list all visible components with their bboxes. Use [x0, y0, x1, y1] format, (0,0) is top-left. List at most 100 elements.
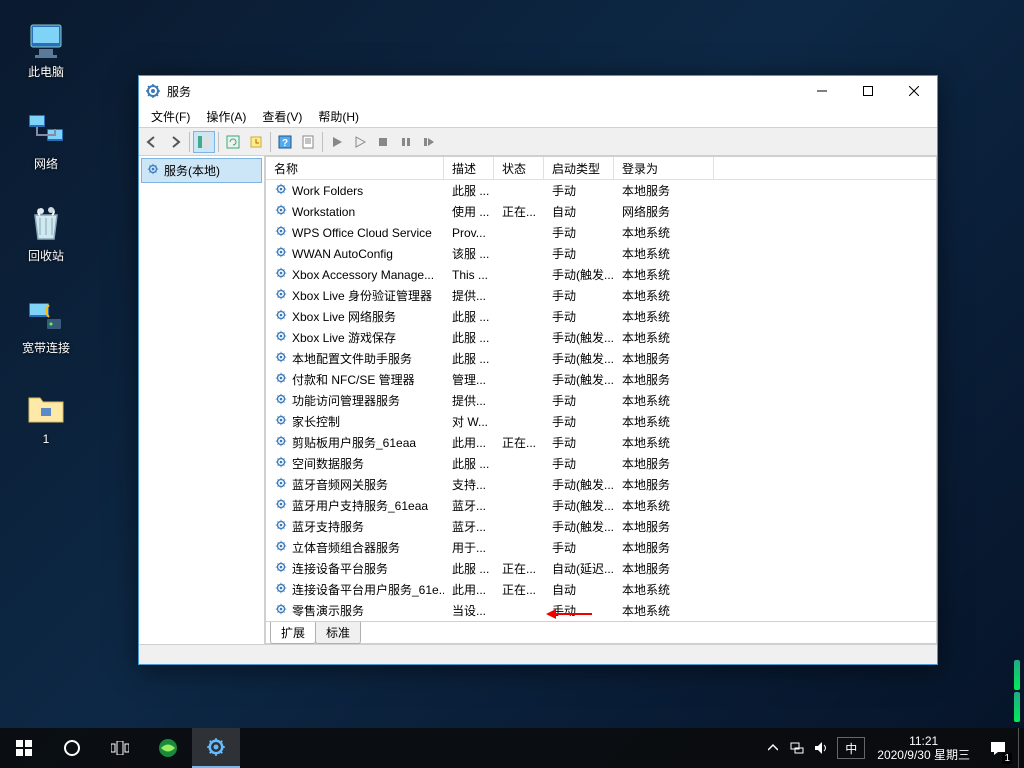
show-desktop-button[interactable] — [1018, 728, 1024, 768]
start-menu-button[interactable] — [0, 728, 48, 768]
service-row[interactable]: 空间数据服务此服 ...手动本地服务 — [266, 453, 936, 474]
gear-icon — [274, 392, 288, 409]
service-name: 蓝牙音频网关服务 — [292, 476, 388, 493]
col-logon[interactable]: 登录为 — [614, 157, 714, 180]
desktop-icon-pc[interactable]: 此电脑 — [8, 8, 84, 90]
service-row[interactable]: 剪贴板用户服务_61eaa此用...正在...手动本地系统 — [266, 432, 936, 453]
tree-root-services[interactable]: 服务(本地) — [141, 158, 262, 183]
menu-action[interactable]: 操作(A) — [198, 106, 254, 127]
properties-button[interactable] — [297, 131, 319, 153]
desktop-icon-network[interactable]: 网络 — [8, 100, 84, 182]
col-start[interactable]: 启动类型 — [544, 157, 614, 180]
service-row[interactable]: 付款和 NFC/SE 管理器管理...手动(触发...本地服务 — [266, 369, 936, 390]
desktop-icon-broadband[interactable]: 宽带连接 — [8, 284, 84, 366]
tray-network-icon[interactable] — [785, 728, 809, 768]
minimize-button[interactable] — [799, 76, 845, 106]
gear-icon — [274, 371, 288, 388]
service-row[interactable]: 功能访问管理器服务提供...手动本地系统 — [266, 390, 936, 411]
label: 此电脑 — [28, 63, 64, 80]
service-name: Xbox Live 网络服务 — [292, 308, 396, 325]
maximize-button[interactable] — [845, 76, 891, 106]
service-row[interactable]: WWAN AutoConfig该服 ...手动本地系统 — [266, 243, 936, 264]
show-tree-button[interactable] — [193, 131, 215, 153]
tray-volume-icon[interactable] — [809, 728, 833, 768]
service-state — [494, 547, 544, 549]
service-state — [494, 316, 544, 318]
service-desc: Prov... — [444, 225, 494, 241]
start-button[interactable] — [326, 131, 348, 153]
service-start-type: 手动 — [544, 181, 614, 200]
col-desc[interactable]: 描述 — [444, 157, 494, 180]
cortana-button[interactable] — [48, 728, 96, 768]
tab-standard[interactable]: 标准 — [315, 622, 361, 644]
task-view-button[interactable] — [96, 728, 144, 768]
service-row[interactable]: Workstation使用 ...正在...自动网络服务 — [266, 201, 936, 222]
ime-button[interactable]: 中 — [837, 737, 865, 759]
tree-pane: 服务(本地) — [139, 156, 265, 644]
service-row[interactable]: 家长控制对 W...手动本地系统 — [266, 411, 936, 432]
service-row[interactable]: 零售演示服务当设...手动本地系统 — [266, 600, 936, 621]
help-button[interactable]: ? — [274, 131, 296, 153]
service-row[interactable]: 立体音频组合器服务用于...手动本地服务 — [266, 537, 936, 558]
service-name: 剪贴板用户服务_61eaa — [292, 434, 416, 451]
list-header: 名称 描述 状态 启动类型 登录为 — [266, 157, 936, 180]
service-start-type: 手动(触发... — [544, 370, 614, 389]
service-desc: 提供... — [444, 391, 494, 410]
service-row[interactable]: 蓝牙音频网关服务支持...手动(触发...本地服务 — [266, 474, 936, 495]
gear-icon — [274, 455, 288, 472]
pc-icon — [25, 19, 67, 61]
titlebar[interactable]: 服务 — [139, 76, 937, 106]
service-desc: 此服 ... — [444, 181, 494, 200]
notifications-button[interactable]: 1 — [978, 728, 1018, 768]
taskbar-app-services[interactable] — [192, 728, 240, 768]
service-logon: 本地系统 — [614, 328, 714, 347]
tab-extended[interactable]: 扩展 — [270, 622, 316, 644]
service-desc: 蓝牙... — [444, 496, 494, 515]
service-row[interactable]: 连接设备平台用户服务_61e...此用...正在...自动本地系统 — [266, 579, 936, 600]
service-row[interactable]: 本地配置文件助手服务此服 ...手动(触发...本地服务 — [266, 348, 936, 369]
clock-date: 2020/9/30 星期三 — [877, 748, 970, 762]
menu-help[interactable]: 帮助(H) — [310, 106, 367, 127]
menu-view[interactable]: 查看(V) — [254, 106, 310, 127]
back-button[interactable] — [141, 131, 163, 153]
pause-once-button[interactable] — [349, 131, 371, 153]
col-state[interactable]: 状态 — [494, 157, 544, 180]
service-logon: 本地系统 — [614, 412, 714, 431]
service-row[interactable]: Xbox Live 身份验证管理器提供...手动本地系统 — [266, 285, 936, 306]
desktop-icon-recycle-bin[interactable]: 回收站 — [8, 192, 84, 274]
service-row[interactable]: WPS Office Cloud ServiceProv...手动本地系统 — [266, 222, 936, 243]
service-row[interactable]: Xbox Live 游戏保存此服 ...手动(触发...本地系统 — [266, 327, 936, 348]
restart-button[interactable] — [418, 131, 440, 153]
export-button[interactable] — [245, 131, 267, 153]
service-desc: 当设... — [444, 601, 494, 620]
stop-button[interactable] — [372, 131, 394, 153]
service-row[interactable]: Xbox Live 网络服务此服 ...手动本地系统 — [266, 306, 936, 327]
services-window: 服务 文件(F) 操作(A) 查看(V) 帮助(H) ? — [138, 75, 938, 665]
close-button[interactable] — [891, 76, 937, 106]
service-desc: 支持... — [444, 475, 494, 494]
service-logon: 本地服务 — [614, 517, 714, 536]
service-row[interactable]: 蓝牙用户支持服务_61eaa蓝牙...手动(触发...本地系统 — [266, 495, 936, 516]
service-state — [494, 526, 544, 528]
service-logon: 本地系统 — [614, 580, 714, 599]
refresh-all-button[interactable] — [222, 131, 244, 153]
service-desc: 使用 ... — [444, 202, 494, 221]
pause-button[interactable] — [395, 131, 417, 153]
taskbar-clock[interactable]: 11:21 2020/9/30 星期三 — [869, 734, 978, 762]
tray-overflow-button[interactable] — [761, 728, 785, 768]
service-row[interactable]: Xbox Accessory Manage...This ...手动(触发...… — [266, 264, 936, 285]
gear-icon — [274, 476, 288, 493]
service-row[interactable]: Work Folders此服 ...手动本地服务 — [266, 180, 936, 201]
gear-icon — [274, 560, 288, 577]
forward-button[interactable] — [164, 131, 186, 153]
toolbar: ? — [139, 128, 937, 156]
desktop-icon-folder-1[interactable]: 1 — [8, 376, 84, 458]
menu-file[interactable]: 文件(F) — [143, 106, 198, 127]
service-row[interactable]: 蓝牙支持服务蓝牙...手动(触发...本地服务 — [266, 516, 936, 537]
service-row[interactable]: 连接设备平台服务此服 ...正在...自动(延迟...本地服务 — [266, 558, 936, 579]
service-name: 立体音频组合器服务 — [292, 539, 400, 556]
list-rows[interactable]: Work Folders此服 ...手动本地服务Workstation使用 ..… — [266, 180, 936, 621]
service-logon: 本地系统 — [614, 496, 714, 515]
col-name[interactable]: 名称 — [266, 157, 444, 180]
taskbar-app-ie[interactable] — [144, 728, 192, 768]
